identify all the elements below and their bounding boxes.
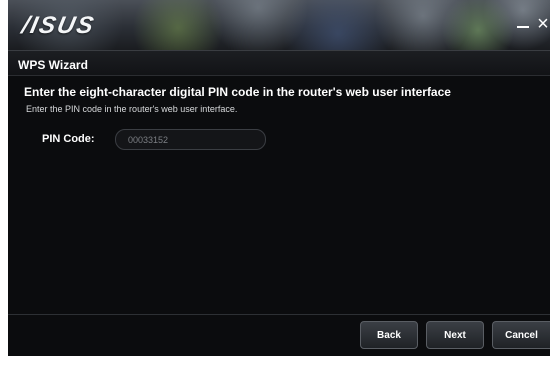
minimize-button[interactable] xyxy=(514,14,532,34)
wizard-header: WPS Wizard xyxy=(8,50,550,76)
instruction-subtext: Enter the PIN code in the router's web u… xyxy=(26,104,238,114)
wizard-title: WPS Wizard xyxy=(18,58,88,72)
footer-divider xyxy=(8,314,550,315)
close-button[interactable]: × xyxy=(534,14,550,34)
title-bar[interactable]: /ISUS × xyxy=(8,0,550,50)
next-button[interactable]: Next xyxy=(426,321,484,349)
cancel-button[interactable]: Cancel xyxy=(492,321,550,349)
minimize-icon xyxy=(517,26,529,28)
asus-logo: /ISUS xyxy=(19,12,98,39)
back-button[interactable]: Back xyxy=(360,321,418,349)
pin-code-field[interactable] xyxy=(115,129,266,150)
instruction-heading: Enter the eight-character digital PIN co… xyxy=(24,85,451,99)
wps-wizard-window: /ISUS × WPS Wizard Enter the eight-chara… xyxy=(8,0,550,356)
pin-code-label: PIN Code: xyxy=(42,133,95,145)
close-icon: × xyxy=(537,13,549,35)
